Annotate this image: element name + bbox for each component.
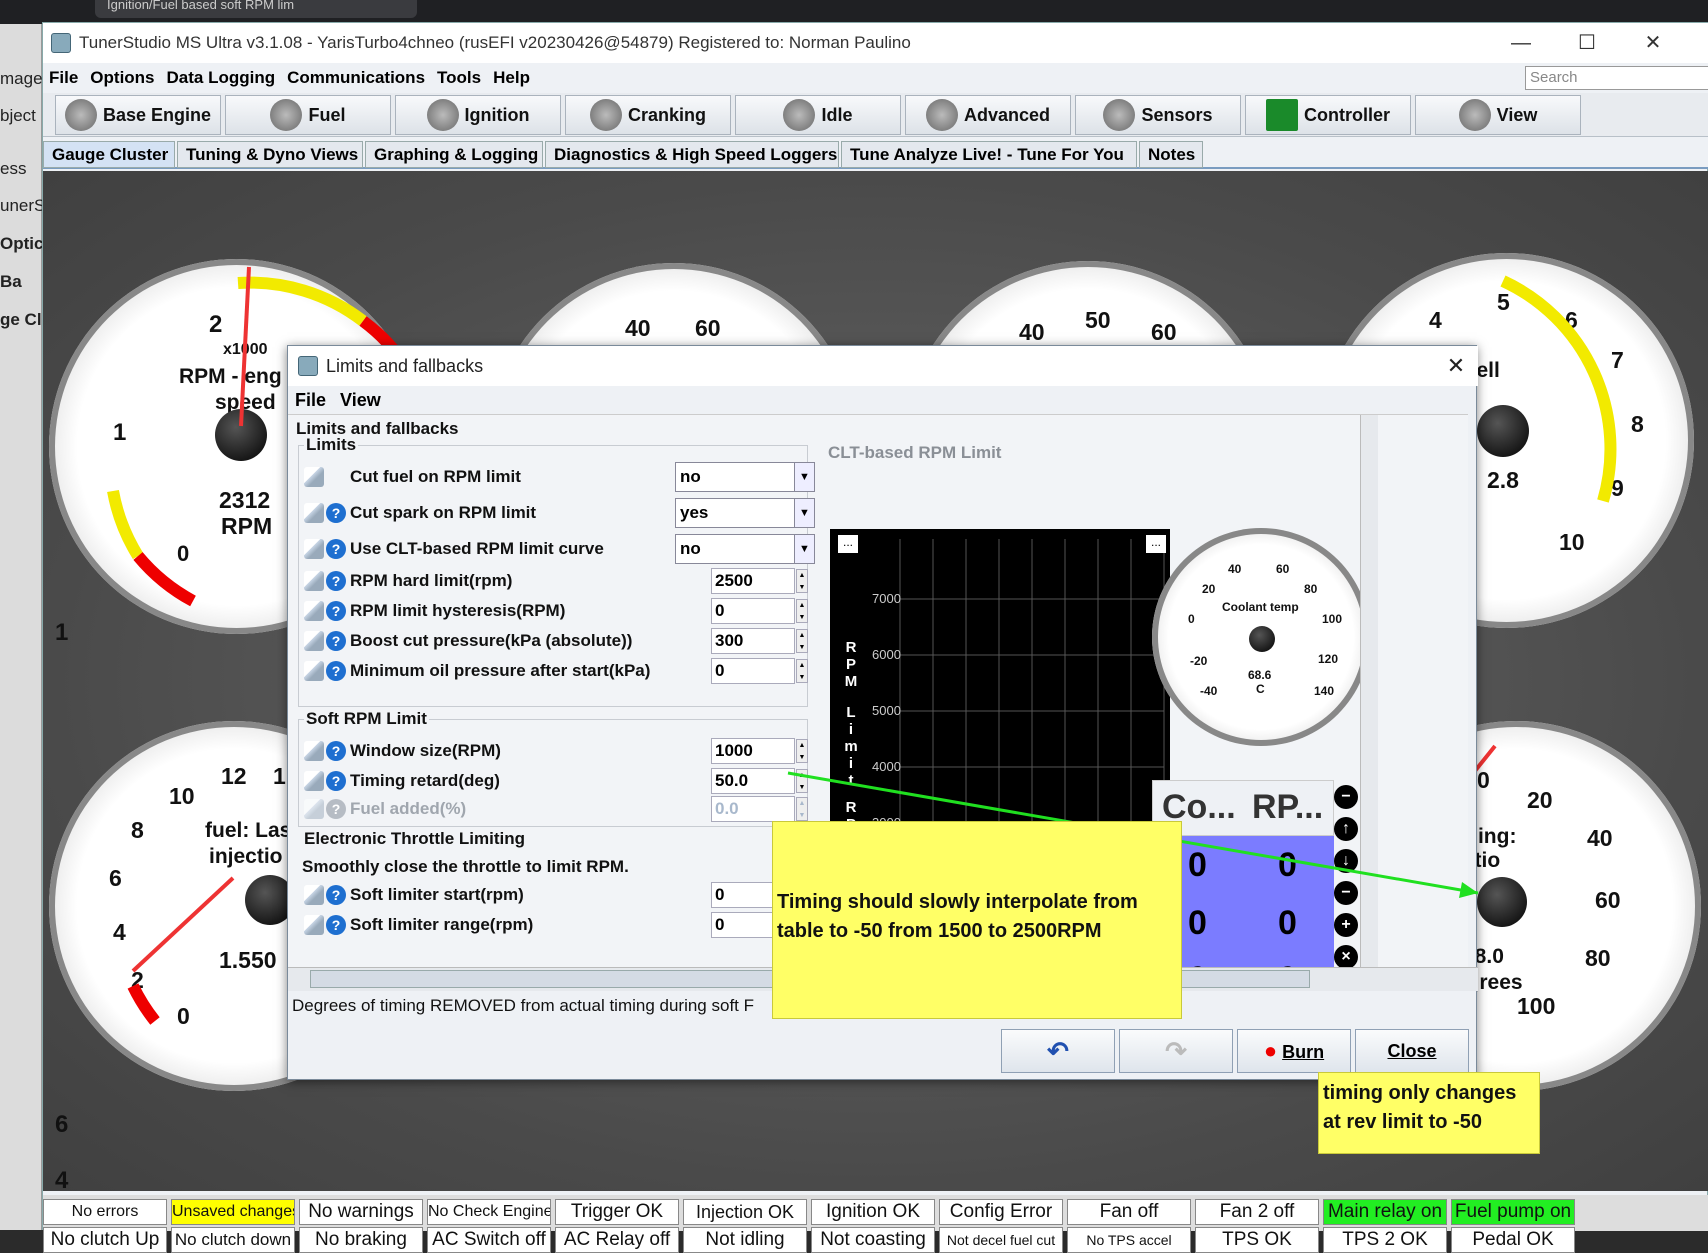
status-indicator: No clutch Up xyxy=(43,1227,167,1253)
annotation-note: Timing should slowly interpolate from ta… xyxy=(772,821,1182,1019)
status-indicator: TPS OK xyxy=(1195,1227,1319,1253)
status-indicator: Not coasting xyxy=(811,1227,935,1253)
status-indicator: Pedal OK xyxy=(1451,1227,1575,1253)
status-indicator: No clutch down xyxy=(171,1227,295,1253)
status-indicator: Not decel fuel cut xyxy=(939,1227,1063,1253)
status-indicator: TPS 2 OK xyxy=(1323,1227,1447,1253)
status-indicator: AC Switch off xyxy=(427,1227,551,1253)
annotation-arrow xyxy=(787,771,1479,898)
status-indicator: Not idling xyxy=(683,1227,807,1253)
status-indicator: AC Relay off xyxy=(555,1227,679,1253)
annotation-note: timing only changes at rev limit to -50 xyxy=(1318,1072,1540,1154)
status-indicator: No braking xyxy=(299,1227,423,1253)
status-indicator: No TPS accel xyxy=(1067,1227,1191,1253)
